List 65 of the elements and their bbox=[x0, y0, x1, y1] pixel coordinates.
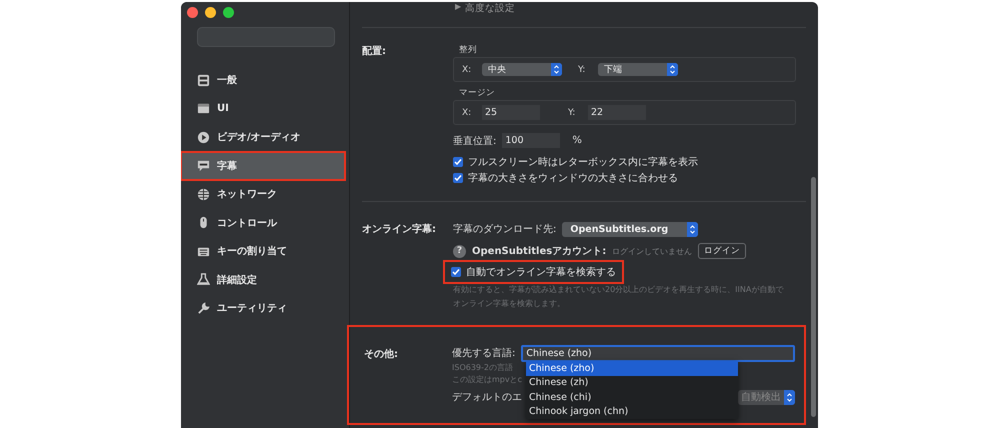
sidebar-item[interactable]: ユーティリティ bbox=[181, 294, 349, 322]
field-label: OpenSubtitlesアカウント: bbox=[472, 245, 606, 258]
margin-field[interactable]: 25 bbox=[482, 105, 540, 120]
login-button[interactable]: ログイン bbox=[698, 243, 746, 259]
unit-label: % bbox=[572, 135, 582, 146]
hint-text: この設定はmpvとc bbox=[452, 374, 522, 386]
margin-field[interactable]: 22 bbox=[588, 105, 646, 120]
suggestion-item[interactable]: Chinese (zho) bbox=[526, 361, 738, 376]
field-label: デフォルトのエ bbox=[452, 391, 522, 404]
section-label: 配置: bbox=[361, 44, 387, 59]
suggestion-item[interactable]: Chinese (zh) bbox=[526, 376, 738, 390]
checkbox[interactable] bbox=[451, 267, 461, 277]
sidebar-item[interactable]: ネットワーク bbox=[181, 180, 349, 208]
search-field[interactable] bbox=[197, 27, 335, 47]
minimize-button[interactable] bbox=[205, 7, 216, 18]
field-label: 字幕のダウンロード先: bbox=[453, 222, 556, 236]
field-label: 優先する言語: bbox=[452, 346, 516, 360]
sidebar-item[interactable]: UI bbox=[181, 94, 349, 123]
sidebar-icon bbox=[197, 159, 210, 172]
vertical-position-field[interactable]: 100 bbox=[502, 133, 560, 148]
axis-label: X: bbox=[462, 108, 472, 118]
field-label: 垂直位置: bbox=[453, 134, 496, 148]
stepper-icon bbox=[667, 63, 678, 76]
sidebar-icon bbox=[197, 102, 210, 116]
axis-label: X: bbox=[462, 64, 472, 74]
sidebar-icon bbox=[197, 188, 210, 201]
suggestion-item[interactable]: Chinook jargon (chn) bbox=[526, 404, 738, 419]
sidebar-item[interactable]: 一般 bbox=[181, 66, 349, 94]
download-source-popup[interactable]: OpenSubtitles.org bbox=[562, 222, 698, 236]
group-label: 整列 bbox=[458, 44, 478, 57]
checkbox-label[interactable]: フルスクリーン時はレターボックス内に字幕を表示 bbox=[468, 155, 698, 169]
checkbox-label[interactable]: 自動でオンライン字幕を検索する bbox=[466, 265, 616, 279]
sidebar-item[interactable]: 詳細設定 bbox=[181, 266, 349, 294]
login-status: ログインしていません bbox=[612, 246, 692, 256]
checkbox-label[interactable]: 字幕の大きさをウィンドウの大きさに合わせる bbox=[468, 171, 678, 185]
alignment-popup[interactable]: 中央 bbox=[482, 63, 562, 76]
help-button[interactable]: ? bbox=[453, 244, 466, 258]
section-label: オンライン字幕: bbox=[361, 222, 437, 237]
sidebar-item[interactable]: キーの割り当て bbox=[181, 237, 349, 266]
advanced-settings-label[interactable]: 高度な設定 bbox=[465, 2, 516, 15]
axis-label: Y: bbox=[568, 108, 576, 118]
alignment-popup[interactable]: 下端 bbox=[598, 63, 678, 76]
stepper-icon bbox=[551, 63, 562, 76]
sidebar-icon bbox=[197, 130, 210, 144]
sidebar-icon bbox=[197, 273, 210, 286]
stepper-icon bbox=[784, 390, 795, 404]
axis-label: Y: bbox=[578, 64, 586, 74]
sidebar-icon bbox=[197, 302, 210, 315]
sidebar-item[interactable]: ビデオ/オーディオ bbox=[181, 123, 349, 152]
section-label: その他: bbox=[363, 348, 399, 362]
sidebar-icon bbox=[197, 74, 210, 87]
group-label: マージン bbox=[458, 87, 496, 100]
zoom-button[interactable] bbox=[223, 7, 234, 18]
hint-text: ISO639-2の言語 bbox=[452, 362, 513, 374]
close-button[interactable] bbox=[187, 7, 198, 18]
disclosure-icon[interactable]: ▶ bbox=[455, 2, 462, 11]
suggestion-item[interactable]: Chinese (chi) bbox=[526, 390, 738, 404]
scrollbar[interactable] bbox=[811, 177, 816, 417]
language-field[interactable]: Chinese (zho) bbox=[521, 344, 795, 362]
description-text: 有効にすると、字幕が読み込まれていない20分以上のビデオを再生する時に、IINAが自動でオンライン字幕を検索します。 bbox=[453, 284, 784, 310]
checkbox[interactable] bbox=[453, 173, 463, 183]
sidebar-item[interactable]: 字幕 bbox=[181, 152, 345, 180]
checkbox[interactable] bbox=[453, 157, 463, 167]
sidebar-item[interactable]: コントロール bbox=[181, 208, 349, 237]
stepper-icon bbox=[687, 222, 698, 236]
